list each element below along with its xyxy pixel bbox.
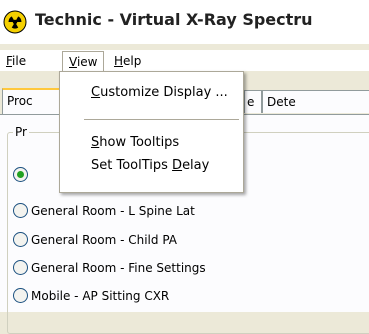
set-tooltips-prefix: Set ToolTips [91, 158, 173, 173]
window-title: Technic - Virtual X-Ray Spectru [35, 10, 313, 29]
menu-bar: File View Help [0, 50, 369, 72]
preset-item-1[interactable] [13, 165, 31, 185]
view-dropdown-menu: Customize Display ... Show Tooltips Set … [59, 71, 244, 193]
menu-help[interactable]: Help [108, 52, 147, 70]
tab-detector-label: Dete [267, 95, 296, 109]
menu-item-customize-display[interactable]: Customize Display ... [60, 82, 243, 104]
tab-middle[interactable]: e [244, 90, 262, 113]
menu-item-show-tooltips[interactable]: Show Tooltips [60, 132, 243, 154]
title-bar: Technic - Virtual X-Ray Spectru [0, 0, 369, 44]
menu-view-mnemonic: V [69, 55, 77, 69]
set-tooltips-mnemonic: D [172, 158, 183, 173]
radiation-icon [3, 10, 27, 34]
radio-selected-icon[interactable] [13, 167, 28, 182]
radio-icon[interactable] [13, 288, 28, 303]
preset-label: General Room - Fine Settings [31, 261, 206, 275]
radio-icon[interactable] [13, 203, 28, 218]
preset-item-4[interactable]: General Room - Fine Settings [13, 258, 206, 278]
preset-label: General Room - Child PA [31, 233, 177, 247]
menu-file-label: ile [12, 54, 27, 68]
radio-icon[interactable] [13, 232, 28, 247]
presets-group-label: Pr [13, 125, 29, 139]
menu-view[interactable]: View [62, 51, 105, 72]
radio-icon[interactable] [13, 260, 28, 275]
tab-procedures-label: Proc [7, 94, 33, 108]
set-tooltips-label: elay [182, 158, 210, 173]
menu-separator [84, 119, 239, 120]
tab-middle-label: e [247, 95, 255, 109]
customize-mnemonic: C [91, 85, 101, 100]
preset-item-3[interactable]: General Room - Child PA [13, 230, 177, 250]
menu-help-mnemonic: H [114, 54, 124, 68]
menu-item-set-tooltips-delay[interactable]: Set ToolTips Delay [60, 155, 243, 177]
tab-detector[interactable]: Dete [262, 90, 369, 113]
preset-item-2[interactable]: General Room - L Spine Lat [13, 201, 195, 221]
preset-item-5[interactable]: Mobile - AP Sitting CXR [13, 286, 169, 306]
menu-help-label: elp [123, 54, 142, 68]
show-tooltips-label: how Tooltips [99, 135, 180, 150]
preset-label: General Room - L Spine Lat [31, 204, 195, 218]
customize-label: ustomize Display ... [100, 85, 228, 100]
preset-label: Mobile - AP Sitting CXR [31, 289, 170, 303]
menu-file[interactable]: File [0, 52, 32, 70]
menu-view-label: iew [76, 55, 98, 69]
